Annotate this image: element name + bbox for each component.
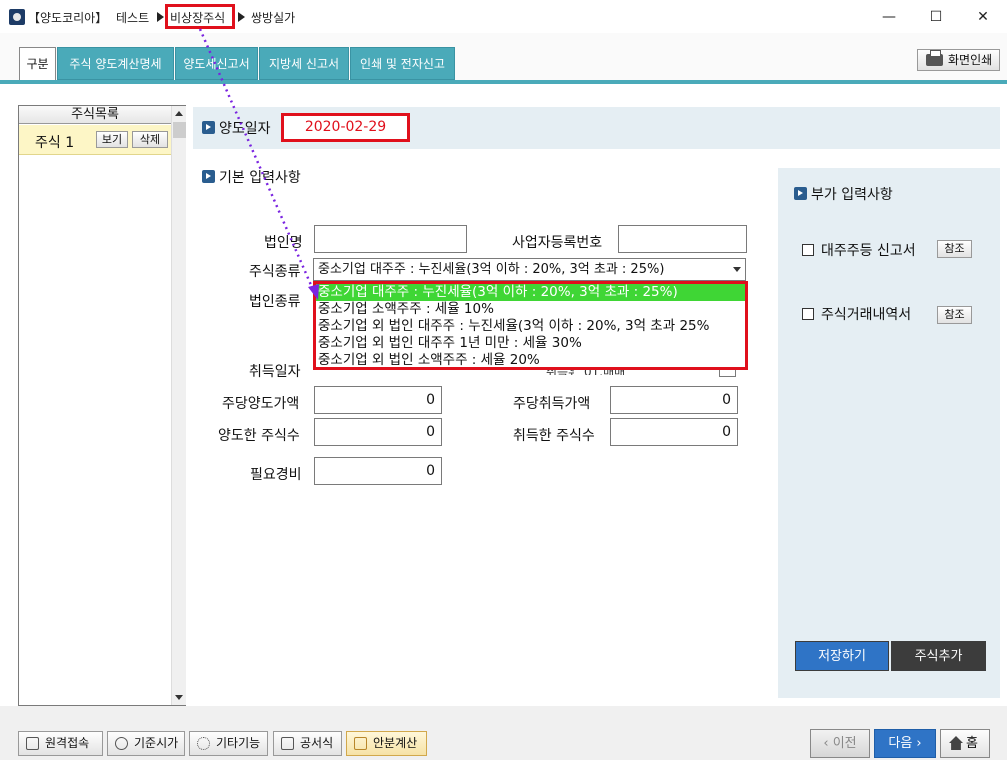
section-arrow-icon xyxy=(794,187,807,200)
dropdown-option-sme-minor[interactable]: 중소기업 소액주주 : 세율 10% xyxy=(316,301,745,318)
won-coin-icon xyxy=(115,737,128,750)
biz-reg-no-input[interactable] xyxy=(618,225,747,253)
minimize-button[interactable]: — xyxy=(874,6,904,28)
sale-date-label: 양도일자 xyxy=(219,121,271,137)
per-share-acq-input[interactable]: 0 xyxy=(610,386,738,414)
scroll-up-icon[interactable] xyxy=(175,111,183,116)
trade-details-checkbox[interactable] xyxy=(802,308,814,320)
corp-type-label: 법인종류 xyxy=(249,294,301,310)
trade-details-ref-button[interactable]: 참조 xyxy=(937,306,972,324)
breadcrumb-item-test[interactable]: 테스트 xyxy=(116,9,149,26)
document-icon xyxy=(281,737,294,750)
sale-date-field[interactable]: 2020-02-29 xyxy=(281,113,410,142)
home-label: 홈 xyxy=(966,736,978,751)
basic-input-title: 기본 입력사항 xyxy=(219,170,301,186)
per-share-sale-label: 주당양도가액 xyxy=(222,396,300,412)
tab-print-efile[interactable]: 인쇄 및 전자신고 xyxy=(350,47,455,80)
split-calc-button[interactable]: 안분계산 xyxy=(346,731,427,756)
scroll-down-icon[interactable] xyxy=(175,695,183,700)
shares-sold-input[interactable]: 0 xyxy=(314,418,442,446)
tab-transfer-tax-return[interactable]: 양도세신고서 xyxy=(175,47,258,80)
stock-list: 주식목록 주식 1 보기 삭제 xyxy=(18,105,186,706)
expenses-label: 필요경비 xyxy=(250,467,302,483)
dropdown-option-non-sme-major-short[interactable]: 중소기업 외 법인 대주주 1년 미만 : 세율 30% xyxy=(316,335,745,352)
breadcrumb-highlight xyxy=(165,4,235,29)
remote-access-label: 원격접속 xyxy=(45,736,90,750)
stock-list-scrollbar[interactable] xyxy=(171,106,186,705)
print-screen-button[interactable]: 화면인쇄 xyxy=(917,49,1000,71)
dropdown-option-sme-major[interactable]: 중소기업 대주주 : 누진세율(3억 이하 : 20%, 3억 초과 : 25%… xyxy=(316,284,745,301)
corp-name-label: 법인명 xyxy=(264,235,303,251)
calculator-icon xyxy=(354,737,367,750)
list-item[interactable]: 주식 1 보기 삭제 xyxy=(19,125,171,155)
view-button[interactable]: 보기 xyxy=(96,131,128,148)
delete-button[interactable]: 삭제 xyxy=(132,131,168,148)
trade-details-label: 주식거래내역서 xyxy=(821,307,912,323)
extra-input-title: 부가 입력사항 xyxy=(811,187,893,203)
other-functions-label: 기타기능 xyxy=(216,736,261,750)
remote-access-button[interactable]: 원격접속 xyxy=(18,731,103,756)
title-bar: 【양도코리아】 테스트 비상장주식 쌍방실가 — ☐ ✕ xyxy=(0,0,1007,33)
maximize-button[interactable]: ☐ xyxy=(921,6,951,28)
major-report-label: 대주주등 신고서 xyxy=(821,243,916,259)
stock-type-selected: 중소기업 대주주 : 누진세율(3억 이하 : 20%, 3억 초과 : 25%… xyxy=(318,262,665,277)
scroll-thumb[interactable] xyxy=(173,122,186,138)
breadcrumb-arrow-icon xyxy=(238,12,245,22)
stock-list-header: 주식목록 xyxy=(19,106,171,124)
stock-type-select[interactable]: 중소기업 대주주 : 누진세율(3억 이하 : 20%, 3억 초과 : 25%… xyxy=(313,258,746,281)
base-price-button[interactable]: 기준시가 xyxy=(107,731,185,756)
prev-button[interactable]: ‹ 이전 xyxy=(810,729,870,758)
tab-local-tax-return[interactable]: 지방세 신고서 xyxy=(259,47,349,80)
major-report-ref-button[interactable]: 참조 xyxy=(937,240,972,258)
breadcrumb-item-actual-price[interactable]: 쌍방실가 xyxy=(251,9,295,26)
shares-acq-label: 취득한 주식수 xyxy=(513,428,595,444)
app-title: 【양도코리아】 xyxy=(28,11,108,25)
major-report-checkbox[interactable] xyxy=(802,244,814,256)
official-form-button[interactable]: 공서식 xyxy=(273,731,342,756)
dropdown-option-non-sme-major[interactable]: 중소기업 외 법인 대주주 : 누진세율(3억 이하 : 20%, 3억 초과 … xyxy=(316,318,745,335)
other-functions-button[interactable]: 기타기능 xyxy=(189,731,268,756)
acq-date-label: 취득일자 xyxy=(249,364,301,380)
per-share-acq-label: 주당취득가액 xyxy=(513,396,591,412)
home-icon xyxy=(949,736,963,750)
biz-reg-no-label: 사업자등록번호 xyxy=(512,235,603,251)
split-calc-label: 안분계산 xyxy=(373,736,418,750)
printer-icon xyxy=(926,50,943,66)
next-button[interactable]: 다음 › xyxy=(874,729,936,758)
close-button[interactable]: ✕ xyxy=(968,6,998,28)
section-arrow-icon xyxy=(202,170,215,183)
tab-category[interactable]: 구분 xyxy=(19,47,56,81)
chevron-down-icon[interactable] xyxy=(733,267,741,272)
add-stock-button[interactable]: 주식추가 xyxy=(891,641,986,671)
print-screen-label: 화면인쇄 xyxy=(948,53,993,67)
per-share-sale-input[interactable]: 0 xyxy=(314,386,442,414)
stock-item-name: 주식 1 xyxy=(35,135,75,151)
breadcrumb-arrow-icon xyxy=(157,12,164,22)
official-form-label: 공서식 xyxy=(300,736,334,750)
shares-acq-input[interactable]: 0 xyxy=(610,418,738,446)
home-button[interactable]: 홈 xyxy=(940,729,990,758)
dropdown-option-non-sme-minor[interactable]: 중소기업 외 법인 소액주주 : 세율 20% xyxy=(316,352,745,367)
corp-name-input[interactable] xyxy=(314,225,467,253)
expenses-input[interactable]: 0 xyxy=(314,457,442,485)
tab-stock-calculation[interactable]: 주식 양도계산명세 xyxy=(57,47,174,80)
stock-type-dropdown[interactable]: 중소기업 대주주 : 누진세율(3억 이하 : 20%, 3억 초과 : 25%… xyxy=(313,281,748,370)
save-button[interactable]: 저장하기 xyxy=(795,641,889,671)
gear-icon xyxy=(197,737,210,750)
base-price-label: 기준시가 xyxy=(134,736,179,750)
monitor-icon xyxy=(26,737,39,750)
stock-type-label: 주식종류 xyxy=(249,264,301,280)
shares-sold-label: 양도한 주식수 xyxy=(218,428,300,444)
section-arrow-icon xyxy=(202,121,215,134)
app-logo-icon xyxy=(9,9,25,25)
